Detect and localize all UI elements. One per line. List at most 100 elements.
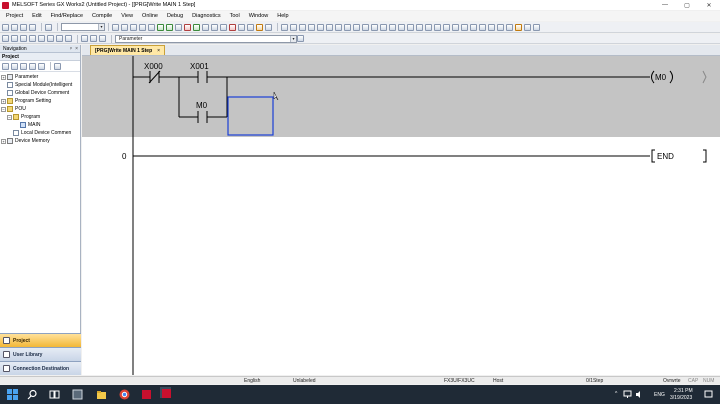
expand-icon[interactable]: + [1, 138, 6, 144]
menu-project[interactable]: Project [6, 13, 23, 19]
nav-new-data-icon[interactable] [2, 62, 9, 70]
cascade-icon[interactable] [99, 35, 106, 42]
ladder-vline-icon[interactable] [344, 23, 351, 31]
ladder-delete-hline-icon[interactable] [353, 23, 360, 31]
menu-window[interactable]: Window [249, 13, 269, 19]
device-use-icon[interactable] [38, 35, 45, 42]
ladder-diagram[interactable]: X000 X001 M0 M0 0 END [82, 56, 720, 375]
close-icon[interactable]: × [157, 48, 160, 54]
find-result-icon[interactable] [65, 35, 72, 42]
compile-icon[interactable] [166, 23, 173, 31]
cut-icon[interactable] [112, 23, 119, 31]
monitor-icon[interactable] [211, 23, 218, 31]
tab-project[interactable]: Project [0, 333, 81, 347]
diagnostics-icon[interactable] [229, 23, 236, 31]
tree-item-pou[interactable]: − POU [0, 105, 80, 113]
gx-works-active-taskbar-icon[interactable] [160, 387, 171, 398]
ladder-erase-line-icon[interactable] [434, 23, 441, 31]
gx-works-taskbar-icon[interactable] [141, 389, 152, 400]
ladder-rising-icon[interactable] [371, 23, 378, 31]
navigation-icon[interactable] [2, 35, 9, 42]
redo-icon[interactable] [148, 23, 155, 31]
collapse-icon[interactable]: − [1, 106, 6, 112]
ladder-write-mode-icon[interactable] [497, 23, 504, 31]
watch-window-icon[interactable] [47, 35, 54, 42]
ladder-note-icon[interactable] [461, 23, 468, 31]
verify-icon[interactable] [202, 23, 209, 31]
pin-icon[interactable]: ᵖ [70, 46, 72, 52]
nav-paste-icon[interactable] [29, 62, 36, 70]
print-icon[interactable] [29, 23, 36, 31]
minimize-button[interactable]: — [654, 0, 676, 10]
ladder-monitor-mode-icon[interactable] [506, 23, 513, 31]
nav-delete-icon[interactable] [11, 62, 18, 70]
task-view-icon[interactable] [49, 389, 60, 400]
ladder-rising-parallel-icon[interactable] [389, 23, 396, 31]
window-icon[interactable] [265, 23, 272, 31]
ladder-extra2-icon[interactable] [533, 23, 540, 31]
ladder-falling-parallel-icon[interactable] [398, 23, 405, 31]
ladder-parallel-no-icon[interactable] [299, 23, 306, 31]
read-plc-icon[interactable] [193, 23, 200, 31]
open-project-icon[interactable] [11, 23, 18, 31]
notifications-icon[interactable] [704, 390, 715, 401]
write-plc-icon[interactable] [184, 23, 191, 31]
ladder-falling-icon[interactable] [380, 23, 387, 31]
menu-tool[interactable]: Tool [230, 13, 240, 19]
collapse-icon[interactable]: − [7, 114, 12, 120]
search-icon[interactable] [27, 389, 38, 400]
tree-item-program[interactable]: − Program [0, 113, 80, 121]
ladder-delete-vline-icon[interactable] [362, 23, 369, 31]
ladder-device-comment-icon[interactable] [479, 23, 486, 31]
undo-icon[interactable] [139, 23, 146, 31]
ladder-contact-no-icon[interactable] [281, 23, 288, 31]
menu-view[interactable]: View [121, 13, 133, 19]
chrome-icon[interactable] [119, 389, 130, 400]
option-icon[interactable] [256, 23, 263, 31]
maximize-button[interactable]: ▢ [676, 0, 698, 10]
ladder-hline-icon[interactable] [335, 23, 342, 31]
ladder-extra-icon[interactable] [524, 23, 531, 31]
tree-item-special-module[interactable]: Special Module(Intelligent [0, 81, 80, 89]
ladder-invert-icon[interactable] [407, 23, 414, 31]
clock-date[interactable]: 3/19/2023 [670, 395, 692, 401]
ladder-monitor-write-icon[interactable] [515, 23, 522, 31]
menu-diagnostics[interactable]: Diagnostics [192, 13, 220, 19]
ladder-coil-icon[interactable] [317, 23, 324, 31]
nav-copy-icon[interactable] [20, 62, 27, 70]
save-icon[interactable] [20, 23, 27, 31]
progress-icon[interactable] [56, 35, 63, 42]
element-selection-icon[interactable] [11, 35, 18, 42]
volume-icon[interactable] [635, 390, 646, 401]
layout-icon[interactable] [81, 35, 88, 42]
parameter-go-icon[interactable] [297, 35, 304, 42]
simulation-icon[interactable] [247, 23, 254, 31]
ladder-instruction-icon[interactable] [326, 23, 333, 31]
menu-edit[interactable]: Edit [32, 13, 41, 19]
calculator-icon[interactable] [72, 389, 83, 400]
new-project-icon[interactable] [2, 23, 9, 31]
clock-time[interactable]: 2:31 PM [674, 388, 693, 394]
end-instruction[interactable]: END [651, 149, 707, 163]
arrange-icon[interactable] [90, 35, 97, 42]
tree-item-device-memory[interactable]: + Device Memory [0, 137, 80, 145]
windows-start-icon[interactable] [7, 389, 18, 400]
toolbar-combo-blank[interactable]: ▾ [61, 23, 105, 31]
ladder-parallel-nc-icon[interactable] [308, 23, 315, 31]
paste-icon[interactable] [130, 23, 137, 31]
find-icon[interactable] [157, 23, 164, 31]
ladder-pulse-icon[interactable] [416, 23, 423, 31]
menu-help[interactable]: Help [277, 13, 288, 19]
menu-compile[interactable]: Compile [92, 13, 112, 19]
device-list-icon[interactable] [175, 23, 182, 31]
network-icon[interactable] [623, 390, 634, 401]
ladder-draw-line-icon[interactable] [425, 23, 432, 31]
close-button[interactable]: ✕ [698, 0, 720, 10]
watch-icon[interactable] [238, 23, 245, 31]
parameter-combo[interactable]: Parameter ▾ [115, 34, 297, 43]
nav-properties-icon[interactable] [54, 62, 61, 70]
copy-icon[interactable] [121, 23, 128, 31]
file-explorer-icon[interactable] [96, 389, 107, 400]
close-icon[interactable]: × [75, 46, 78, 52]
help-icon[interactable] [45, 23, 52, 31]
